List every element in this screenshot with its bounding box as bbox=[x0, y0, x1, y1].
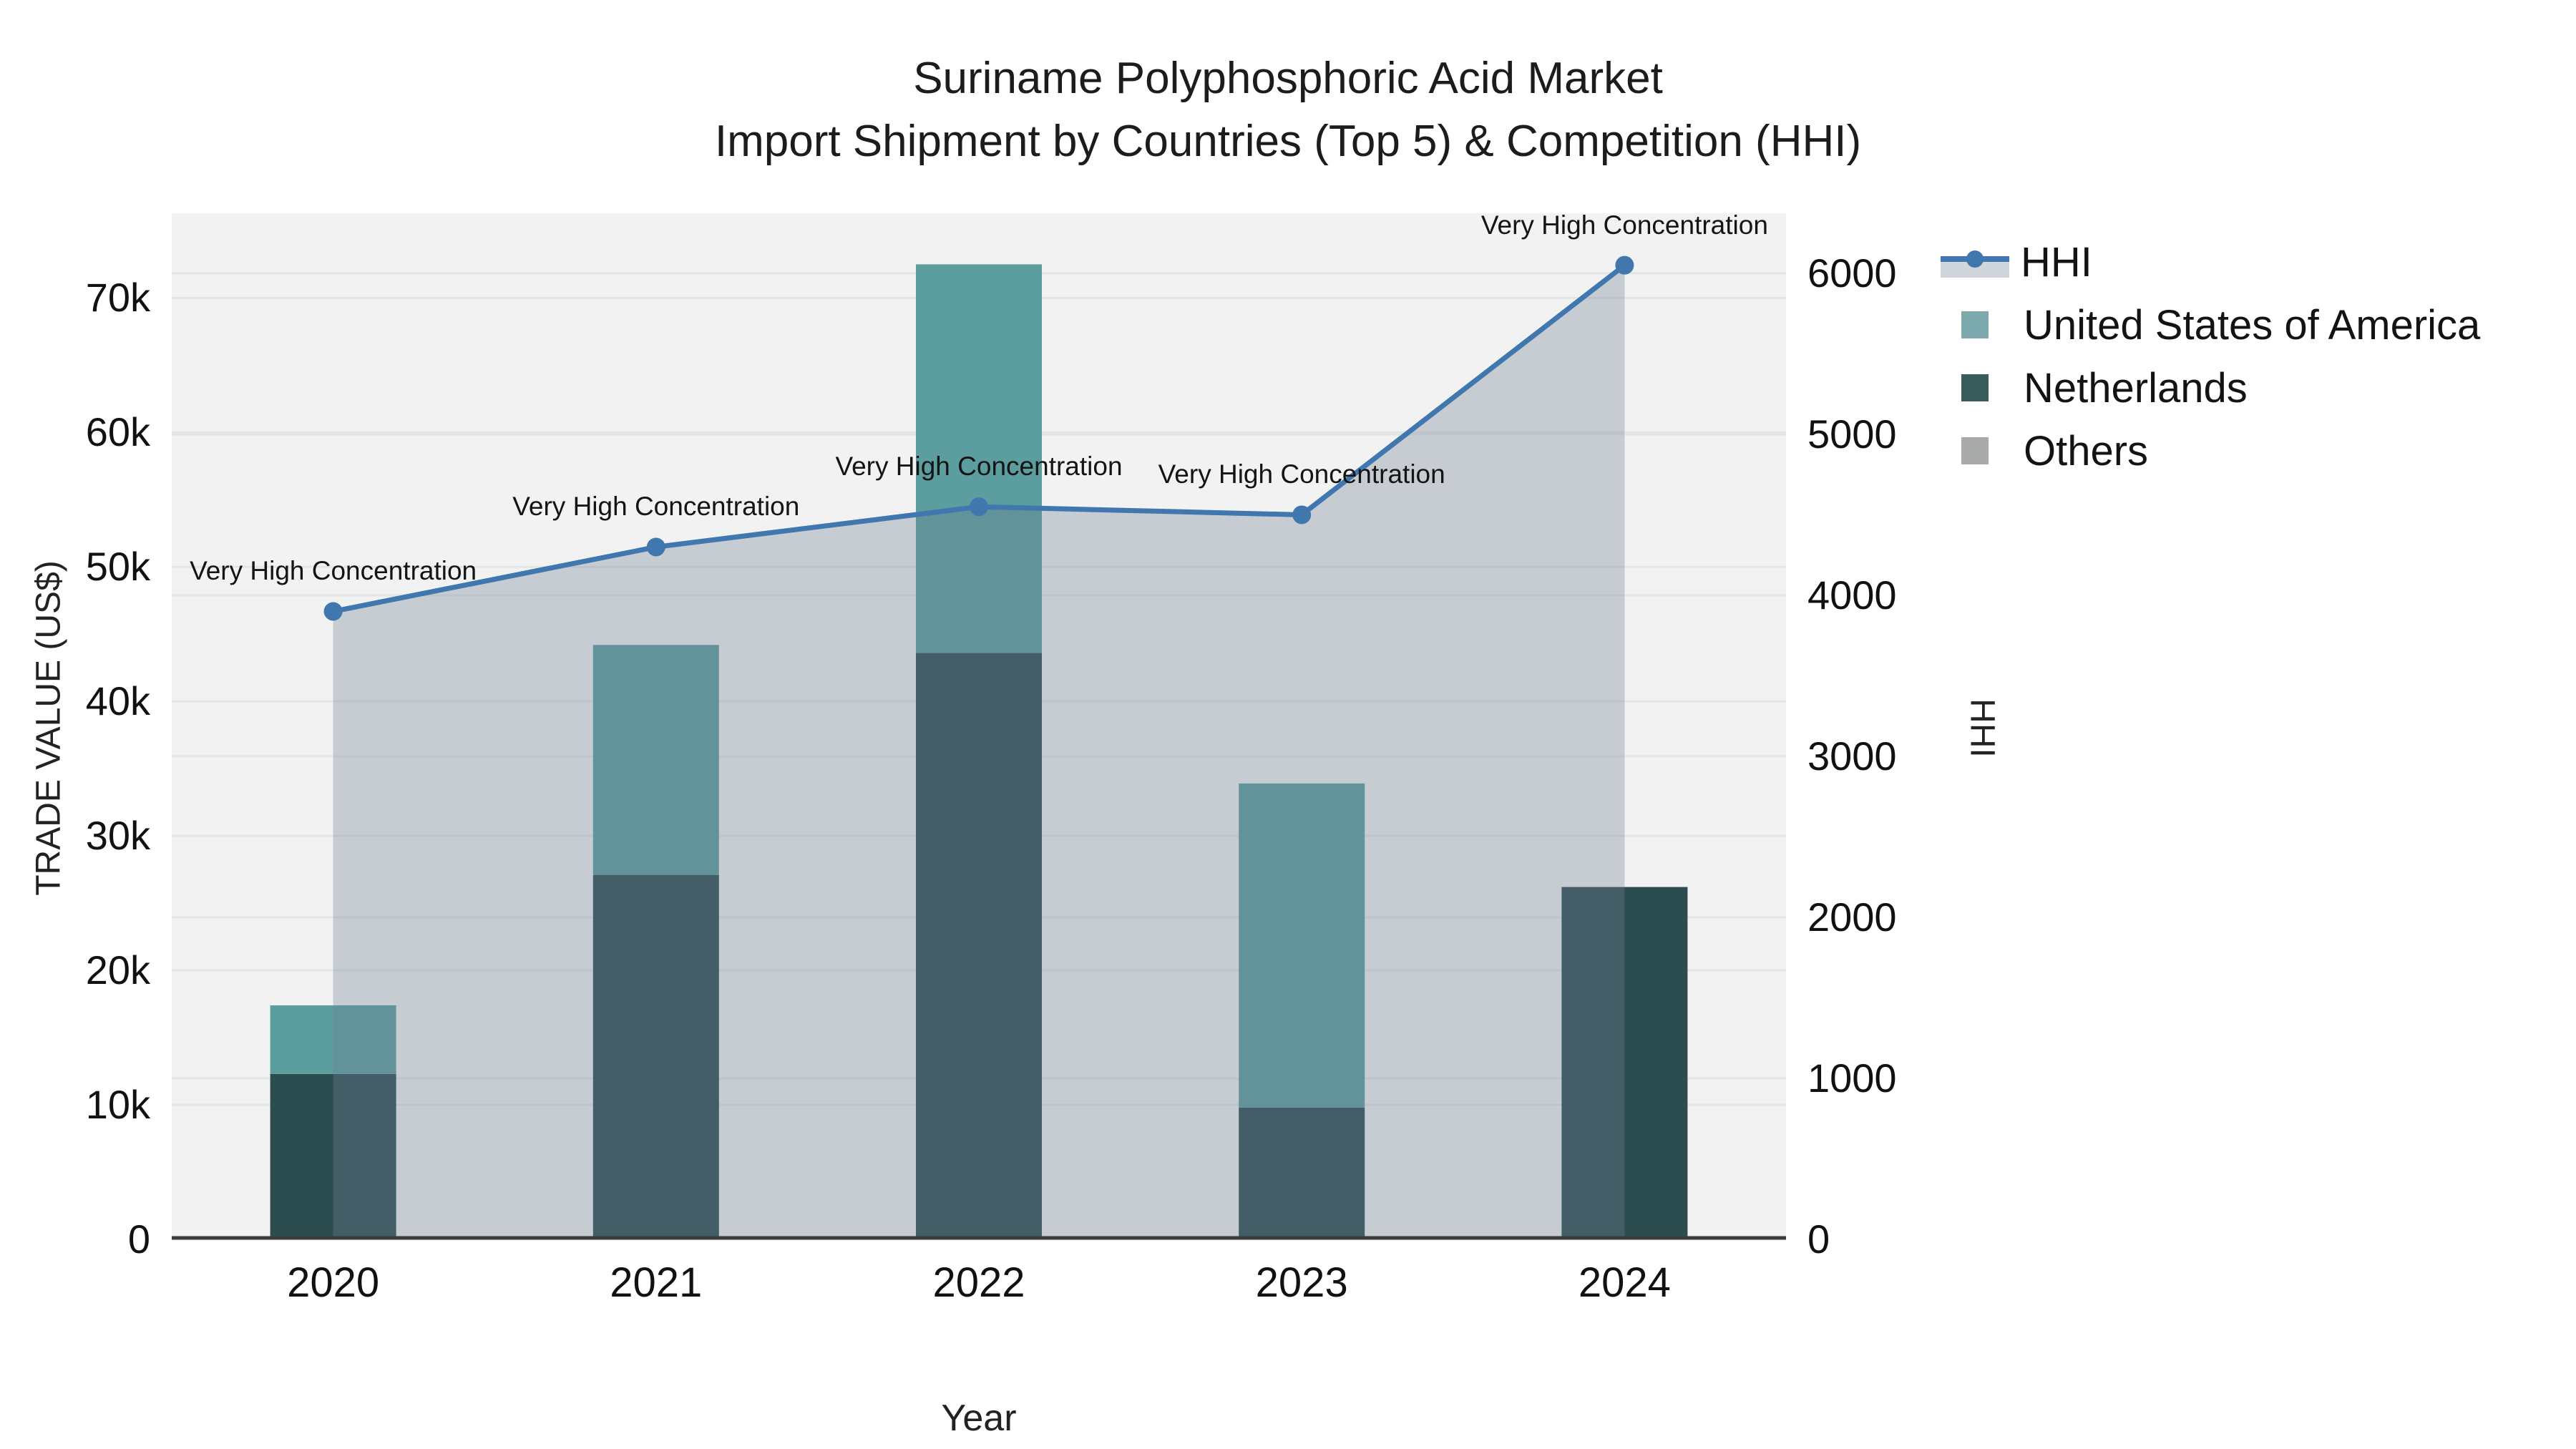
y-axis-title-right: HHI bbox=[1963, 698, 2001, 758]
annotation-2022: Very High Concentration bbox=[835, 452, 1123, 482]
hhi-marker-2022[interactable] bbox=[970, 497, 988, 517]
x-axis-title: Year bbox=[941, 1397, 1017, 1439]
y-axis-title-left: TRADE VALUE (US$) bbox=[29, 560, 68, 896]
y-right-tick-1000: 1000 bbox=[1807, 1055, 1897, 1101]
x-tick-2020: 2020 bbox=[287, 1259, 380, 1306]
y-right-tick-4000: 4000 bbox=[1807, 572, 1897, 618]
y-right-tick-0: 0 bbox=[1807, 1216, 1830, 1262]
x-tick-2023: 2023 bbox=[1255, 1259, 1348, 1306]
plot-canvas bbox=[172, 255, 1786, 1240]
figure: Suriname Polyphosphoric Acid Market Impo… bbox=[0, 0, 2576, 1449]
hhi-marker-2024[interactable] bbox=[1615, 255, 1634, 275]
others-swatch-icon bbox=[1961, 437, 1989, 464]
x-tick-2022: 2022 bbox=[932, 1259, 1025, 1306]
hhi-marker-2020[interactable] bbox=[323, 602, 343, 621]
x-tick-2021: 2021 bbox=[610, 1259, 703, 1306]
y-left-tick-60k: 60k bbox=[85, 409, 150, 455]
legend-item-usa[interactable]: United States of America bbox=[1941, 293, 2570, 356]
legend-label-hhi: HHI bbox=[2021, 238, 2092, 286]
y-left-tick-70k: 70k bbox=[85, 275, 150, 321]
chart-title: Suriname Polyphosphoric Acid Market Impo… bbox=[0, 47, 2576, 173]
chart-title-line1: Suriname Polyphosphoric Acid Market bbox=[913, 54, 1663, 103]
hhi-line-icon bbox=[1941, 246, 2009, 278]
hhi-marker-2023[interactable] bbox=[1292, 505, 1312, 525]
annotation-2020: Very High Concentration bbox=[190, 556, 477, 586]
annotation-2023: Very High Concentration bbox=[1158, 459, 1445, 489]
y-left-tick-10k: 10k bbox=[85, 1082, 150, 1128]
legend: HHI United States of America Netherlands… bbox=[1941, 230, 2570, 482]
legend-label-others: Others bbox=[2024, 427, 2149, 474]
legend-item-netherlands[interactable]: Netherlands bbox=[1941, 356, 2570, 419]
y-right-tick-3000: 3000 bbox=[1807, 733, 1897, 779]
legend-label-usa: United States of America bbox=[2024, 301, 2481, 348]
annotation-2024: Very High Concentration bbox=[1480, 210, 1768, 240]
annotation-2021: Very High Concentration bbox=[512, 492, 800, 522]
chart-title-line2: Import Shipment by Countries (Top 5) & C… bbox=[714, 117, 1862, 166]
usa-swatch-icon bbox=[1961, 311, 1989, 338]
legend-label-netherlands: Netherlands bbox=[2024, 364, 2248, 411]
y-left-tick-0: 0 bbox=[127, 1216, 150, 1262]
y-right-tick-2000: 2000 bbox=[1807, 894, 1897, 940]
legend-item-others[interactable]: Others bbox=[1941, 419, 2570, 482]
legend-item-hhi[interactable]: HHI bbox=[1941, 230, 2570, 293]
x-tick-2024: 2024 bbox=[1578, 1259, 1671, 1306]
netherlands-swatch-icon bbox=[1961, 374, 1989, 401]
hhi-marker-2021[interactable] bbox=[646, 537, 665, 557]
